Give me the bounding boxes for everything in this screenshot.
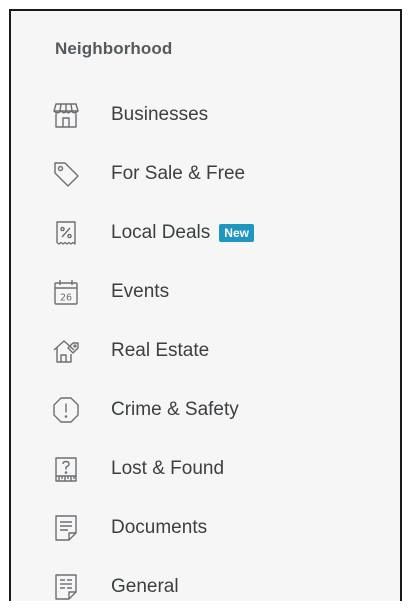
sidebar-item-label: Real Estate (111, 339, 210, 361)
calendar-icon: 26 (51, 277, 81, 307)
note-icon (51, 572, 81, 602)
sidebar-item-events[interactable]: 26 Events (11, 262, 400, 321)
sidebar-item-label: Events (111, 280, 170, 302)
calendar-date-text: 26 (60, 292, 72, 303)
sidebar-item-crime-safety[interactable]: Crime & Safety (11, 380, 400, 439)
new-badge: New (219, 223, 254, 242)
price-tag-icon (51, 159, 81, 189)
document-icon (51, 513, 81, 543)
sidebar-item-label: Lost & Found (111, 457, 225, 479)
neighborhood-panel: Neighborhood Businesses For Sale & Free … (9, 9, 402, 601)
sidebar-item-general[interactable]: General (11, 557, 400, 616)
sidebar-item-label: Crime & Safety (111, 398, 239, 420)
alert-octagon-icon (51, 395, 81, 425)
storefront-icon (51, 100, 81, 130)
sidebar-item-label: For Sale & Free (111, 162, 246, 184)
sidebar-item-lost-found[interactable]: Lost & Found (11, 439, 400, 498)
sidebar-item-label: Documents (111, 516, 208, 538)
sidebar-item-label-wrap: Local Deals New (111, 222, 254, 244)
sidebar-item-for-sale-free[interactable]: For Sale & Free (11, 144, 400, 203)
coupon-percent-icon (51, 218, 81, 248)
sidebar-item-label: General (111, 575, 179, 597)
sidebar-item-label: Businesses (111, 103, 209, 125)
sidebar-item-documents[interactable]: Documents (11, 498, 400, 557)
section-heading: Neighborhood (55, 39, 173, 58)
house-tag-icon (51, 336, 81, 366)
sidebar-item-local-deals[interactable]: Local Deals New (11, 203, 400, 262)
question-note-icon (51, 454, 81, 484)
sidebar-item-real-estate[interactable]: Real Estate (11, 321, 400, 380)
category-list: Businesses For Sale & Free Local Deals N… (11, 85, 400, 616)
sidebar-item-businesses[interactable]: Businesses (11, 85, 400, 144)
sidebar-item-label: Local Deals (111, 221, 211, 243)
